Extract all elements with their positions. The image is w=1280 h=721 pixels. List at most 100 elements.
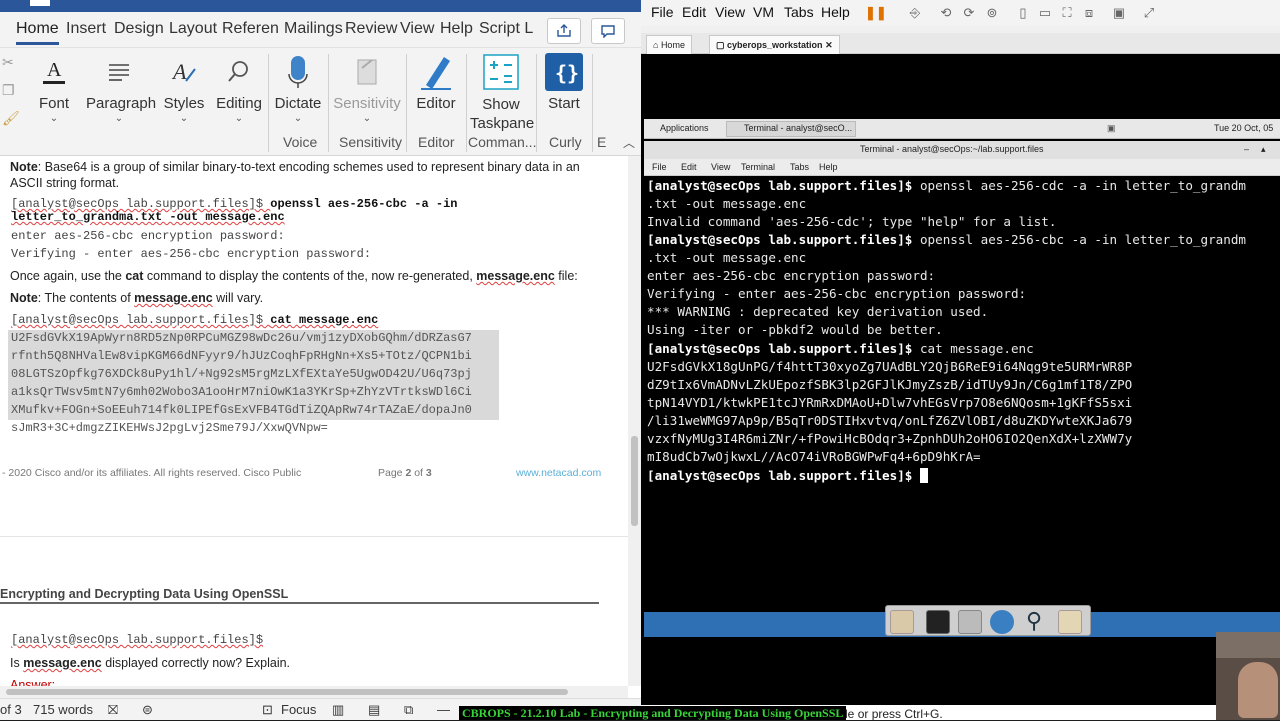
print-layout-icon[interactable]: ▤ (368, 702, 380, 718)
ribbon-separator (592, 54, 593, 152)
accessibility-icon[interactable]: ⊜ (142, 702, 153, 718)
footer-link[interactable]: www.netacad.com (516, 467, 601, 479)
console-icon[interactable]: ▣ (1111, 5, 1127, 21)
thumbnail-icon[interactable]: ▭ (1037, 5, 1053, 21)
command-text: letter_to_grandma.txt -out message.enc (11, 210, 285, 224)
paragraph-button[interactable]: Paragraph ⌄ (86, 50, 156, 154)
scroll-thumb[interactable] (631, 436, 638, 526)
command: cat message.enc (919, 341, 1034, 356)
tab-home[interactable]: Home (16, 20, 59, 45)
share-button[interactable] (547, 18, 581, 44)
ribbon-separator (466, 54, 467, 152)
menu-vm[interactable]: VM (753, 4, 774, 20)
font-label: Font (38, 95, 69, 112)
group-voice: Voice (283, 134, 318, 150)
menu-edit[interactable]: Edit (682, 4, 706, 20)
sidebar-icon[interactable]: ▯ (1015, 5, 1031, 21)
tab-cyberops-workstation[interactable]: ▢ cyberops_workstation ✕ (709, 35, 840, 54)
terminal-title: Terminal - analyst@secOps:~/lab.support.… (860, 144, 1044, 154)
term-menu-view[interactable]: View (711, 162, 730, 172)
screenshot-icon[interactable]: ▣ (1107, 123, 1116, 134)
collapse-ribbon-icon[interactable]: ︿ (623, 134, 635, 151)
send-keys-icon[interactable]: ⎆ (907, 5, 923, 21)
tab-design[interactable]: Design (114, 20, 164, 38)
pause-icon[interactable]: ❚❚ (865, 5, 887, 21)
web-layout-icon[interactable]: ⧉ (404, 702, 413, 718)
menu-view[interactable]: View (715, 4, 745, 20)
tab-script-lab[interactable]: Script La (479, 20, 534, 38)
text: will vary. (212, 291, 264, 305)
ribbon-separator (536, 54, 537, 152)
copy-icon[interactable]: ❐ (2, 82, 18, 98)
footer-page: Page 2 of 3 (378, 467, 432, 479)
terminal-line: .txt -out message.enc (647, 250, 807, 265)
snapshot-icon[interactable]: ⟲ (938, 5, 954, 21)
applications-menu[interactable]: Applications (660, 123, 709, 133)
read-mode-icon[interactable]: ▥ (332, 702, 344, 718)
terminal-line: enter aes-256-cbc encryption password: (647, 268, 936, 283)
terminal-icon[interactable] (926, 610, 950, 634)
term-menu-help[interactable]: Help (819, 162, 838, 172)
menu-help[interactable]: Help (821, 4, 850, 20)
term-menu-edit[interactable]: Edit (681, 162, 697, 172)
focus-button[interactable]: Focus (281, 702, 316, 717)
tab-references[interactable]: Referenc (222, 20, 278, 38)
ribbon-separator (268, 54, 269, 152)
term-menu-tabs[interactable]: Tabs (790, 162, 809, 172)
tab-mailings[interactable]: Mailings (284, 20, 343, 38)
home-folder-icon[interactable] (890, 610, 914, 634)
share-icon (557, 24, 571, 37)
base64-line: a1ksQrTWsv5mtN7y6mh02Wobo3A1ooHrM7niOwK1… (11, 385, 472, 399)
taskpane-icon (482, 52, 520, 92)
prompt: [analyst@secOps lab.support.files]$ (11, 313, 271, 327)
terminal-line: [analyst@secOps lab.support.files]$ (647, 467, 928, 485)
format-painter-icon[interactable]: 🖌 (2, 110, 20, 126)
menu-tabs[interactable]: Tabs (784, 4, 814, 20)
minimize-icon[interactable]: ‒ (1244, 144, 1249, 154)
presenter (1238, 662, 1278, 718)
cut-icon[interactable]: ✂ (2, 54, 18, 70)
fullscreen-icon[interactable]: ⛶ (1059, 5, 1075, 21)
menu-file[interactable]: File (651, 4, 674, 20)
term-menu-terminal[interactable]: Terminal (741, 162, 775, 172)
editing-button[interactable]: Editing ⌄ (214, 50, 264, 154)
search-icon[interactable]: ⚲ (1022, 610, 1046, 634)
terminal-output[interactable]: [analyst@secOps lab.support.files]$ open… (644, 176, 1280, 612)
terminal-line: Using -iter or -pbkdf2 would be better. (647, 322, 943, 337)
zoom-out-icon[interactable]: — (437, 702, 450, 717)
page-count[interactable]: of 3 (0, 702, 22, 717)
tab-home[interactable]: ⌂ Home (646, 35, 692, 54)
tab-help[interactable]: Help (440, 20, 473, 38)
chevron-down-icon: ⌄ (114, 113, 124, 124)
text: Page (378, 467, 406, 479)
tab-layout[interactable]: Layout (169, 20, 217, 38)
footer-copyright: - 2020 Cisco and/or its affiliates. All … (2, 467, 302, 479)
file-manager-icon[interactable] (958, 610, 982, 634)
term-menu-file[interactable]: File (652, 162, 667, 172)
stretch-icon[interactable]: ⤢ (1141, 5, 1157, 21)
font-button[interactable]: A Font ⌄ (30, 50, 78, 154)
maximize-icon[interactable]: ▴ (1261, 144, 1266, 155)
tab-insert[interactable]: Insert (66, 20, 106, 38)
comment-icon (601, 25, 615, 38)
folder-icon[interactable] (1058, 610, 1082, 634)
comments-button[interactable] (591, 18, 625, 44)
unity-icon[interactable]: ⧈ (1081, 5, 1097, 21)
tab-review[interactable]: Review (345, 20, 397, 38)
revert-icon[interactable]: ⟳ (961, 5, 977, 21)
tab-view[interactable]: View (400, 20, 434, 38)
note-base64: Note: Base64 is a group of similar binar… (10, 159, 610, 191)
browser-icon[interactable] (990, 610, 1014, 634)
manage-snapshots-icon[interactable]: ⊚ (984, 5, 1000, 21)
scroll-thumb[interactable] (6, 689, 568, 695)
styles-button[interactable]: A Styles ⌄ (160, 50, 208, 154)
base64-line: sJmR3+3C+dmgzZIKEHWsJ2pgLvj2Sme79J/XxwQV… (11, 421, 328, 435)
terminal-line: Invalid command 'aes-256-cdc'; type "hel… (647, 214, 1057, 229)
horizontal-scrollbar[interactable] (0, 686, 628, 698)
vertical-scrollbar[interactable] (628, 156, 641, 686)
focus-icon[interactable]: ⊡ (262, 702, 273, 718)
ribbon-tabs: Home Insert Design Layout Referenc Maili… (0, 12, 641, 48)
proofing-icon[interactable]: ⛝ (108, 702, 118, 718)
word-count[interactable]: 715 words (33, 702, 93, 717)
close-icon[interactable]: ✕ (825, 40, 833, 50)
